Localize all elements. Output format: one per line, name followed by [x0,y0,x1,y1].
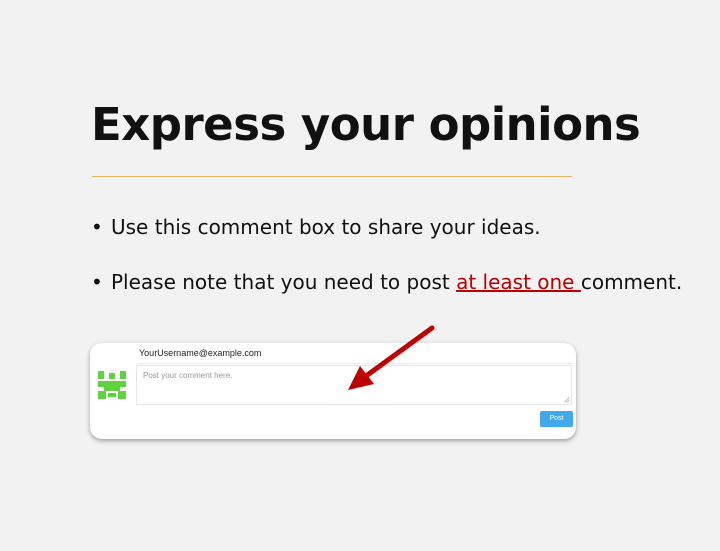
identicon-avatar-icon [98,371,126,399]
bullet-text-before: Please note that you need to post [111,270,457,294]
bullet-text-after: comment. [580,270,683,294]
comment-username: YourUsername@example.com [139,348,262,358]
post-button[interactable]: Post [540,411,573,427]
bullet-text: Use this comment box to share your ideas… [111,215,541,239]
title-divider [92,176,572,177]
bullet-list: • Use this comment box to share your ide… [91,212,682,297]
bullet-dot: • [91,215,103,239]
bullet-item-share-ideas: • Use this comment box to share your ide… [91,212,682,242]
resize-handle-icon[interactable] [564,397,570,403]
bullet-dot: • [91,270,103,294]
bullet-item-post-requirement: • Please note that you need to post at l… [91,267,682,297]
red-pointer-arrow-icon [348,325,435,390]
slide-title: Express your opinions [91,98,641,151]
emphasis-at-least-one: at least one [456,270,581,294]
comment-widget: YourUsername@example.com Post [90,343,576,439]
